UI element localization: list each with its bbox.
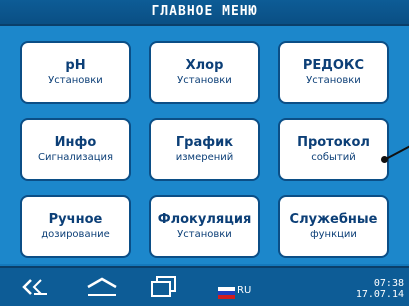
main-menu-grid: pH Установки Хлор Установки РЕДОКС Устан…: [0, 26, 409, 264]
menu-tile-title: Служебные: [289, 212, 378, 227]
date-text: 17.07.14: [355, 289, 404, 300]
menu-tile-title: pH: [65, 58, 86, 73]
menu-tile-title: Хлор: [185, 58, 224, 73]
menu-tile-title: Ручное: [48, 212, 103, 227]
menu-tile-subtitle: Установки: [306, 75, 361, 86]
time-text: 07:38: [373, 278, 404, 289]
menu-tile-subtitle: измерений: [175, 152, 234, 163]
menu-tile-chlorine[interactable]: Хлор Установки: [149, 41, 260, 104]
menu-tile-title: Инфо: [54, 135, 97, 150]
menu-tile-subtitle: функции: [310, 229, 357, 240]
menu-tile-service[interactable]: Служебные функции: [278, 195, 389, 258]
menu-tile-subtitle: Установки: [48, 75, 103, 86]
menu-tile-subtitle: Сигнализация: [37, 152, 114, 163]
flag-icon[interactable]: [218, 287, 235, 299]
menu-tile-graph[interactable]: График измерений: [149, 118, 260, 181]
menu-tile-title: Флокуляция: [157, 212, 252, 227]
menu-tile-flocculation[interactable]: Флокуляция Установки: [149, 195, 260, 258]
menu-tile-subtitle: событий: [311, 152, 356, 163]
menu-tile-protocol[interactable]: Протокол событий: [278, 118, 389, 181]
menu-tile-subtitle: дозирование: [41, 229, 110, 240]
menu-tile-subtitle: Установки: [177, 75, 232, 86]
back-icon[interactable]: [22, 279, 48, 295]
menu-tile-manual-dosing[interactable]: Ручное дозирование: [20, 195, 131, 258]
menu-tile-info[interactable]: Инфо Сигнализация: [20, 118, 131, 181]
menu-tile-ph[interactable]: pH Установки: [20, 41, 131, 104]
menu-tile-redox[interactable]: РЕДОКС Установки: [278, 41, 389, 104]
clock: 07:38 17.07.14: [356, 278, 404, 300]
menu-tile-subtitle: Установки: [177, 229, 232, 240]
language-label[interactable]: RU: [237, 285, 251, 296]
page-title: ГЛАВНОЕ МЕНЮ: [0, 0, 409, 26]
menu-tile-title: РЕДОКС: [302, 58, 365, 73]
home-icon[interactable]: [86, 277, 118, 297]
footer-bar: RU 07:38 17.07.14: [0, 266, 409, 306]
menu-tile-title: График: [175, 135, 234, 150]
menu-tile-title: Протокол: [297, 135, 370, 150]
windows-icon[interactable]: [151, 276, 177, 298]
